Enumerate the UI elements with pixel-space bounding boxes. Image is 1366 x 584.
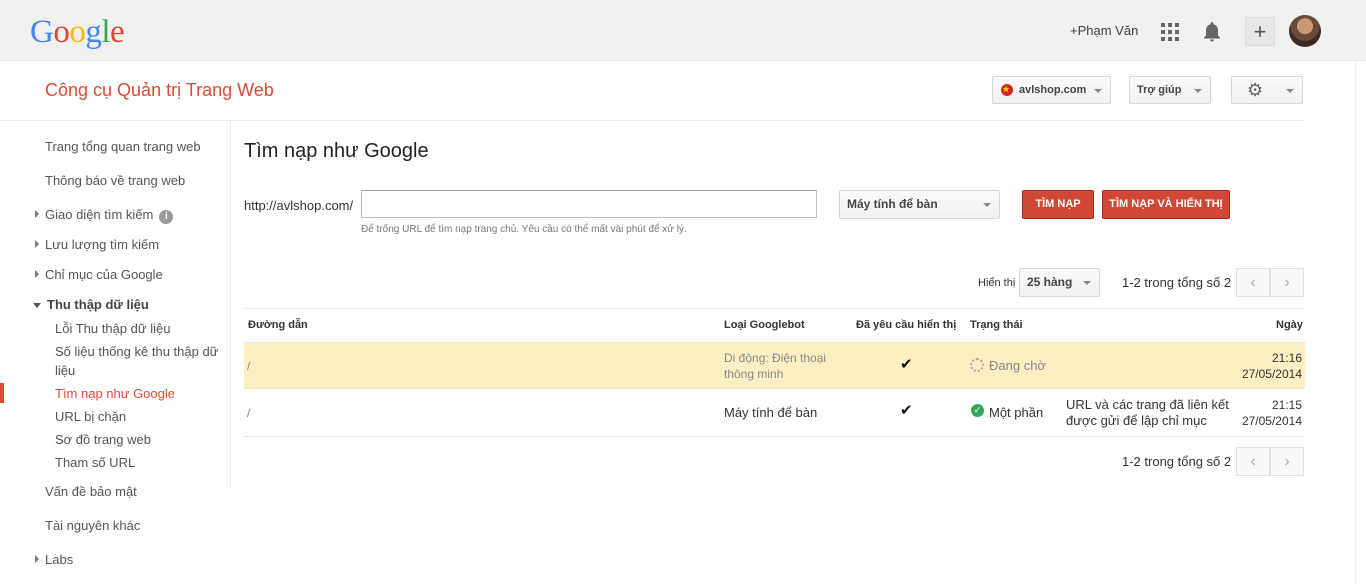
active-indicator — [0, 383, 4, 403]
row-path[interactable]: / — [247, 405, 250, 421]
sidebar-item-label: Giao diện tìm kiếm — [45, 207, 154, 222]
sidebar-item-sitemaps[interactable]: Sơ đồ trang web — [55, 432, 151, 447]
next-page-button[interactable]: › — [1270, 447, 1304, 476]
rows-per-page-select[interactable]: 25 hàng — [1019, 268, 1100, 297]
page-title: Tìm nạp như Google — [244, 140, 429, 162]
row-date: 27/05/2014 — [1241, 367, 1302, 381]
settings-button[interactable]: ⚙ — [1231, 76, 1303, 104]
googlebot-type-select[interactable]: Máy tính để bàn — [839, 190, 1000, 219]
site-select[interactable]: avlshop.com — [992, 76, 1111, 104]
expand-arrow-icon — [35, 555, 39, 563]
chevron-down-icon — [1194, 89, 1202, 93]
sidebar-item-messages[interactable]: Thông báo về trang web — [45, 173, 185, 188]
row-googlebot-type: Di động: Điện thoại — [724, 351, 827, 365]
url-prefix: http://avlshop.com/ — [244, 198, 354, 213]
chevron-right-icon: › — [1284, 453, 1290, 470]
google-logo[interactable]: Google — [30, 14, 125, 51]
url-hint: Để trống URL để tìm nạp trang chủ. Yêu c… — [361, 224, 687, 235]
bell-icon[interactable] — [1202, 21, 1222, 43]
expand-arrow-icon — [35, 210, 39, 218]
sidebar-item-security-issues[interactable]: Vấn đề bảo mật — [45, 484, 137, 499]
row-date: 27/05/2014 — [1241, 414, 1302, 428]
sidebar-item-label: Labs — [45, 552, 74, 567]
sidebar-item-crawl-stats[interactable]: Số liệu thống kê thu thập dữ — [55, 344, 218, 359]
next-page-button[interactable]: › — [1270, 268, 1304, 297]
help-select-label: Trợ giúp — [1137, 84, 1182, 96]
sidebar-item-fetch-as-google[interactable]: Tìm nạp như Google — [55, 386, 175, 401]
checkmark-icon: ✔ — [900, 402, 913, 419]
table-row[interactable]: / Di động: Điện thoại thông minh ✔ Đang … — [244, 343, 1305, 389]
sidebar-item-dashboard[interactable]: Trang tổng quan trang web — [45, 139, 201, 154]
table-divider — [244, 308, 1305, 309]
row-googlebot-type-cont: thông minh — [724, 367, 784, 381]
pagination-text-bottom: 1-2 trong tổng số 2 — [1122, 454, 1232, 469]
chevron-down-icon — [1286, 89, 1294, 93]
sidebar-item-crawl-stats-cont[interactable]: liệu — [55, 363, 75, 378]
rows-label: Hiển thị — [978, 277, 1016, 289]
row-path[interactable]: / — [247, 358, 250, 374]
success-check-icon: ✓ — [971, 404, 984, 417]
sidebar-item-label: Thu thập dữ liệu — [47, 297, 149, 312]
collapse-arrow-icon — [33, 303, 41, 308]
sidebar-item-url-parameters[interactable]: Tham số URL — [55, 455, 135, 470]
sidebar-item-crawl[interactable]: Thu thập dữ liệu — [33, 297, 149, 312]
rows-select-label: 25 hàng — [1027, 275, 1073, 289]
prev-page-button[interactable]: ‹ — [1236, 447, 1270, 476]
chevron-left-icon: ‹ — [1250, 274, 1256, 291]
sidebar-item-google-index[interactable]: Chỉ mục của Google — [35, 267, 163, 282]
column-header-date[interactable]: Ngày — [1276, 319, 1303, 331]
expand-arrow-icon — [35, 240, 39, 248]
column-header-status[interactable]: Trạng thái — [970, 319, 1023, 331]
chevron-right-icon: › — [1284, 274, 1290, 291]
prev-page-button[interactable]: ‹ — [1236, 268, 1270, 297]
column-header-googlebot-type[interactable]: Loại Googlebot — [724, 319, 805, 331]
apps-grid-icon[interactable] — [1161, 23, 1179, 41]
url-input[interactable] — [361, 190, 817, 218]
checkmark-icon: ✔ — [900, 356, 913, 373]
fetch-and-render-button[interactable]: TÌM NẠP VÀ HIỂN THỊ — [1102, 190, 1230, 219]
loading-spinner-icon — [970, 358, 984, 372]
sidebar-item-label: Lưu lượng tìm kiếm — [45, 237, 160, 252]
row-note: URL và các trang đã liên kết — [1066, 397, 1229, 412]
help-select[interactable]: Trợ giúp — [1129, 76, 1211, 104]
scrollbar[interactable] — [1355, 61, 1366, 584]
chevron-left-icon: ‹ — [1250, 453, 1256, 470]
user-name-link[interactable]: +Phạm Văn — [1070, 23, 1138, 38]
pagination-text-top: 1-2 trong tổng số 2 — [1122, 275, 1232, 290]
info-icon[interactable]: i — [159, 210, 174, 224]
chevron-down-icon — [1094, 89, 1102, 93]
row-note-cont: được gửi để lập chỉ mục — [1066, 413, 1207, 428]
product-title[interactable]: Công cụ Quản trị Trang Web — [45, 80, 274, 101]
row-time: 21:16 — [1271, 351, 1302, 365]
chevron-down-icon — [983, 203, 991, 207]
device-select-label: Máy tính để bàn — [847, 197, 938, 211]
share-plus-button[interactable]: + — [1245, 17, 1275, 46]
chevron-down-icon — [1083, 281, 1091, 285]
sidebar-item-crawl-errors[interactable]: Lỗi Thu thập dữ liệu — [55, 321, 170, 336]
sidebar-item-search-appearance[interactable]: Giao diện tìm kiếm i — [35, 207, 174, 224]
gear-icon: ⚙ — [1247, 80, 1264, 100]
site-select-label: avlshop.com — [1019, 84, 1087, 96]
avatar[interactable] — [1289, 15, 1321, 47]
row-status: Đang chờ — [989, 358, 1046, 373]
row-time: 21:15 — [1271, 398, 1302, 412]
fetch-button[interactable]: TÌM NẠP — [1022, 190, 1094, 219]
sidebar-item-search-traffic[interactable]: Lưu lượng tìm kiếm — [35, 237, 159, 252]
column-header-render-requested[interactable]: Đã yêu cầu hiển thị — [856, 319, 956, 331]
row-status[interactable]: Một phần — [989, 405, 1043, 421]
expand-arrow-icon — [35, 270, 39, 278]
sidebar-item-blocked-urls[interactable]: URL bị chặn — [55, 409, 126, 424]
table-row[interactable]: / Máy tính để bàn ✔ ✓ Một phần URL và cá… — [244, 390, 1305, 437]
google-bar: Google +Phạm Văn + — [0, 0, 1366, 61]
sidebar-item-label: Chỉ mục của Google — [45, 267, 163, 282]
row-googlebot-type: Máy tính để bàn — [724, 405, 818, 420]
column-header-path[interactable]: Đường dẫn — [248, 319, 308, 331]
vietnam-flag-icon — [1001, 76, 1013, 102]
sidebar-item-other-resources[interactable]: Tài nguyên khác — [45, 518, 140, 533]
sidebar-item-labs[interactable]: Labs — [35, 552, 73, 567]
